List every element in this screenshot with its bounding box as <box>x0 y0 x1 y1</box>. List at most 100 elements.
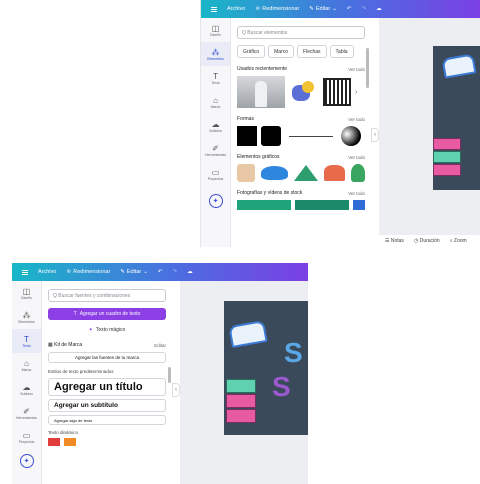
menu-button[interactable] <box>211 6 217 12</box>
dynamic-text-thumbnail[interactable] <box>48 438 60 446</box>
stock-video-thumbnail[interactable] <box>237 200 292 210</box>
add-text-box-button[interactable]: T Agregar un cuadro de texto <box>48 308 166 320</box>
search-placeholder: Q Buscar fuentes y combinaciones <box>53 292 131 299</box>
rail-item-uploads[interactable]: ☁ Subidos <box>12 377 41 401</box>
rail-item-elements[interactable]: ⁂ Elementos <box>12 305 41 329</box>
cloud-upload-icon: ☁ <box>22 382 31 392</box>
cloud-upload-icon: ☁ <box>211 119 220 129</box>
rail-item-magic[interactable]: ✦ <box>201 186 230 216</box>
line-shape[interactable] <box>289 135 333 137</box>
rail-item-brand[interactable]: ⌂ Marca <box>12 353 41 377</box>
square-shape[interactable] <box>237 126 257 146</box>
chip-arrows[interactable]: Flechas <box>297 45 327 58</box>
see-all-link[interactable]: Ver todo <box>348 191 365 196</box>
edit-menu[interactable]: ✎ Editar ⌄ <box>309 6 337 12</box>
chip-graphic[interactable]: Gráfico <box>237 45 266 58</box>
rail-item-design[interactable]: ◫ Diseño <box>12 281 41 305</box>
stock-video-thumbnail[interactable] <box>295 200 350 210</box>
see-all-link[interactable]: Ver todo <box>348 155 365 160</box>
panel-scrollbar[interactable] <box>168 367 171 383</box>
chevron-right-icon[interactable]: › <box>355 89 357 96</box>
notes-button[interactable]: ☰ Notas <box>385 238 404 244</box>
rail-label: Subidos <box>20 391 33 396</box>
rail-item-text[interactable]: T Texto <box>201 66 230 90</box>
timer-button[interactable]: ◷ Duración <box>414 238 440 244</box>
coral-graphic[interactable] <box>323 165 346 181</box>
see-all-link[interactable]: Ver todo <box>348 117 365 122</box>
design-page[interactable]: S S <box>224 301 308 435</box>
cloud-save-button[interactable]: ☁ <box>376 6 382 12</box>
add-subheading-button[interactable]: Agregar un subtítulo <box>48 399 166 412</box>
file-menu[interactable]: Archivo <box>38 269 56 275</box>
chip-frame[interactable]: Marco <box>268 45 295 58</box>
rail-item-elements[interactable]: ⁂ Elementos <box>201 42 230 66</box>
mug-graphic[interactable] <box>237 164 255 182</box>
rail-label: Subidos <box>209 128 222 133</box>
text-panel: Q Buscar fuentes y combinaciones T Agrega… <box>42 281 172 484</box>
brand-edit-link[interactable]: Editar <box>154 343 166 348</box>
search-input[interactable]: Q Buscar elementos <box>237 26 365 39</box>
filter-chips: Gráfico Marco Flechas Tabla <box>237 45 365 58</box>
pencil-icon: ✎ <box>309 6 314 12</box>
rail-item-magic[interactable]: ✦ <box>12 449 41 473</box>
zoom-button[interactable]: ⌕ Zoom <box>450 238 467 244</box>
undo-button[interactable]: ↶ <box>158 269 163 275</box>
resize-label: Redimensionar <box>262 6 300 12</box>
collapse-panel-button[interactable]: ‹ <box>371 128 379 142</box>
see-all-link[interactable]: Ver todo <box>348 67 365 72</box>
file-menu[interactable]: Archivo <box>227 6 245 12</box>
book-shape <box>433 164 461 176</box>
elements-panel: Q Buscar elementos Gráfico Marco Flechas… <box>231 18 371 247</box>
undo-button[interactable]: ↶ <box>347 6 352 12</box>
recent-illustration-thumbnail[interactable] <box>289 77 319 107</box>
rail-item-brand[interactable]: ⌂ Marca <box>201 90 230 114</box>
stock-video-thumbnail[interactable] <box>353 200 365 210</box>
cloud-save-button[interactable]: ☁ <box>187 269 193 275</box>
menu-button[interactable] <box>22 269 28 275</box>
layout-icon: ◫ <box>22 286 31 296</box>
resize-button[interactable]: ♔ Redimensionar <box>255 6 299 12</box>
side-rail: ◫ Diseño ⁂ Elementos T Texto ⌂ Marca ☁ Subido… <box>12 281 42 484</box>
canvas-area: ☰ Notas ◷ Duración ⌕ Zoom <box>379 18 480 247</box>
edit-menu[interactable]: ✎ Editar ⌄ <box>120 269 148 275</box>
resize-button[interactable]: ♔ Redimensionar <box>66 269 110 275</box>
edit-label: Editar <box>126 269 142 275</box>
panel-scrollbar[interactable] <box>366 48 369 88</box>
heading-label: Agregar un título <box>54 381 143 393</box>
top-toolbar: Archivo ♔ Redimensionar ✎ Editar ⌄ ↶ ↷ ☁ <box>201 0 480 18</box>
letter-shape: S <box>272 371 291 402</box>
gradient-circle-shape[interactable] <box>341 126 361 146</box>
rail-item-projects[interactable]: ▭ Proyectos <box>12 425 41 449</box>
collapse-panel-button[interactable]: ‹ <box>172 383 180 397</box>
layout-icon: ◫ <box>211 23 220 33</box>
redo-button[interactable]: ↷ <box>361 6 366 12</box>
rail-item-projects[interactable]: ▭ Proyectos <box>201 162 230 186</box>
dynamic-text-thumbnail[interactable] <box>64 438 76 446</box>
book-shape <box>226 394 256 408</box>
mountain-graphic[interactable] <box>293 165 318 181</box>
screenshot-elements-panel: Archivo ♔ Redimensionar ✎ Editar ⌄ ↶ ↷ ☁ ◫ D… <box>200 0 480 247</box>
redo-button[interactable]: ↷ <box>172 269 177 275</box>
brand-fonts-button[interactable]: Agregar las fuentes de tu marca <box>48 352 166 363</box>
chip-table[interactable]: Tabla <box>329 45 354 58</box>
bird-graphic[interactable] <box>260 166 288 180</box>
yellow-blob <box>302 81 314 93</box>
design-page[interactable] <box>433 46 480 190</box>
brand-kit-label: Kit de Marca <box>54 342 83 348</box>
recent-photo-thumbnail[interactable] <box>237 76 285 108</box>
book-stack-illustration <box>433 138 461 178</box>
rail-label: Elementos <box>207 56 224 61</box>
add-body-button[interactable]: Agregar algo de texto <box>48 415 166 425</box>
search-input[interactable]: Q Buscar fuentes y combinaciones <box>48 289 166 302</box>
recent-qr-thumbnail[interactable] <box>323 78 351 106</box>
rail-item-tools[interactable]: ✐ Herramientas <box>12 401 41 425</box>
draw-icon: ✐ <box>212 143 219 153</box>
rail-item-text[interactable]: T Texto <box>12 329 41 353</box>
tree-graphic[interactable] <box>351 164 365 182</box>
rounded-square-shape[interactable] <box>261 126 281 146</box>
rail-item-tools[interactable]: ✐ Herramientas <box>201 138 230 162</box>
rail-item-design[interactable]: ◫ Diseño <box>201 18 230 42</box>
add-heading-button[interactable]: Agregar un título <box>48 378 166 396</box>
rail-item-uploads[interactable]: ☁ Subidos <box>201 114 230 138</box>
magic-text-button[interactable]: ✦ Texto mágico <box>48 325 166 335</box>
